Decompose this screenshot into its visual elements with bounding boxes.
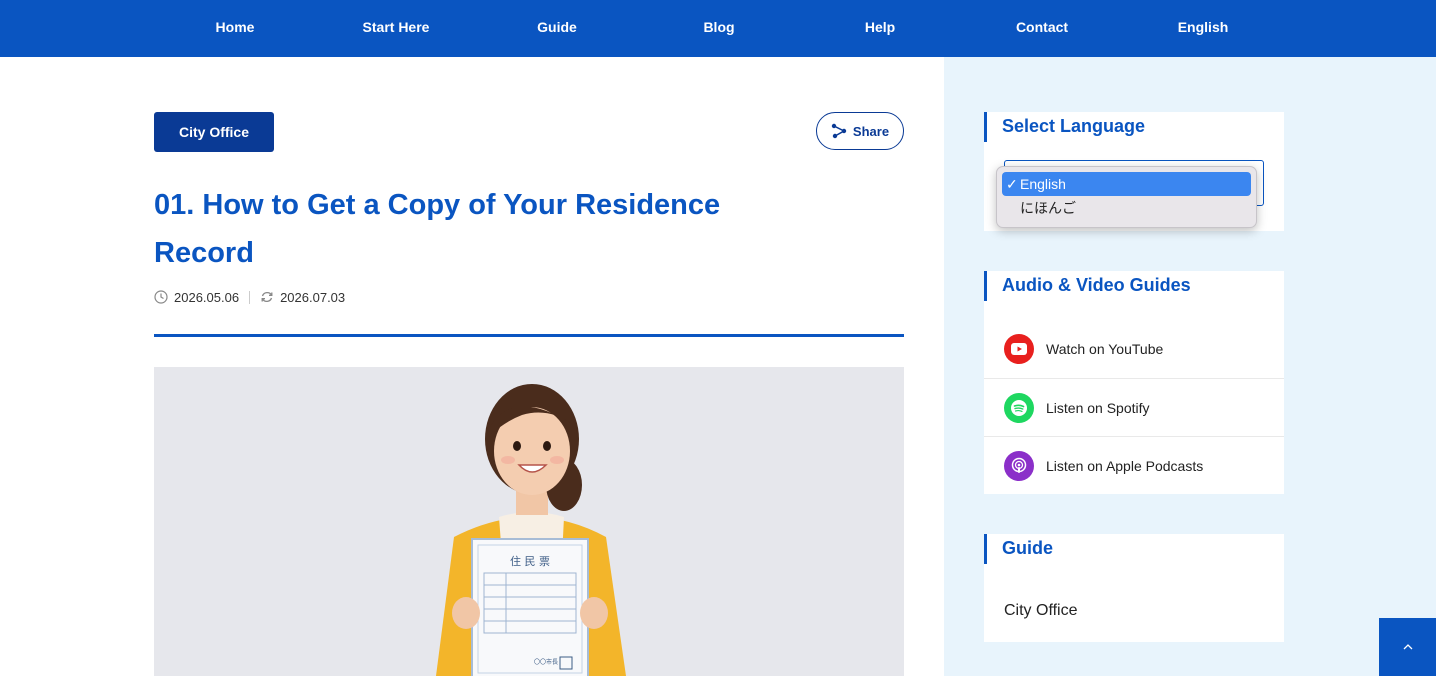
updated-date: 2026.07.03 bbox=[280, 289, 346, 305]
article-main: City Office Share 01. How to Get a Copy … bbox=[0, 57, 944, 676]
woman-holding-document-illustration: 住 民 票 〇〇市長 bbox=[154, 367, 904, 676]
youtube-icon bbox=[1004, 334, 1034, 364]
guide-card: Guide City Office bbox=[984, 534, 1284, 642]
share-icon bbox=[831, 123, 847, 139]
spotify-icon bbox=[1004, 392, 1034, 423]
chevron-up-icon bbox=[1403, 644, 1412, 650]
apple-podcasts-link[interactable]: Listen on Apple Podcasts bbox=[984, 436, 1284, 494]
share-label: Share bbox=[852, 123, 890, 139]
spotify-link-label: Listen on Spotify bbox=[1046, 399, 1150, 416]
hero-image: 住 民 票 〇〇市長 bbox=[154, 367, 904, 676]
apple-podcasts-link-label: Listen on Apple Podcasts bbox=[1046, 457, 1204, 474]
nav-item-contact[interactable]: Contact bbox=[962, 0, 1122, 57]
guide-heading: Guide bbox=[984, 534, 1284, 564]
podcast-icon bbox=[1004, 450, 1034, 481]
top-navigation: Home Start Here Guide Blog Help Contact … bbox=[0, 0, 1436, 57]
meta-divider bbox=[249, 290, 251, 304]
youtube-link-label: Watch on YouTube bbox=[1046, 341, 1164, 357]
nav-item-help[interactable]: Help bbox=[800, 0, 960, 57]
refresh-icon bbox=[261, 291, 273, 303]
published-date: 2026.05.06 bbox=[174, 289, 240, 305]
sidebar: Select Language ✓ English にほんご Audio & V… bbox=[944, 57, 1436, 676]
document-title: 住 民 票 bbox=[510, 554, 550, 568]
share-button[interactable]: Share bbox=[816, 112, 904, 150]
checkmark-icon: ✓ bbox=[1006, 176, 1018, 192]
language-option-label: English bbox=[1020, 176, 1066, 192]
language-dropdown-menu: ✓ English にほんご bbox=[996, 166, 1257, 228]
back-to-top-button[interactable] bbox=[1379, 618, 1436, 676]
title-divider bbox=[154, 334, 904, 337]
nav-item-start-here[interactable]: Start Here bbox=[316, 0, 476, 57]
nav-item-home[interactable]: Home bbox=[155, 0, 315, 57]
page-title: 01. How to Get a Copy of Your Residence … bbox=[154, 189, 721, 269]
media-guides-heading: Audio & Video Guides bbox=[984, 271, 1284, 301]
media-guides-card: Audio & Video Guides Watch on YouTube Li… bbox=[984, 271, 1284, 494]
category-badge[interactable]: City Office bbox=[154, 112, 274, 152]
language-option-japanese[interactable]: にほんご bbox=[1002, 196, 1251, 220]
nav-item-language[interactable]: English bbox=[1123, 0, 1283, 57]
nav-item-guide[interactable]: Guide bbox=[477, 0, 637, 57]
clock-icon bbox=[154, 290, 168, 304]
spotify-link[interactable]: Listen on Spotify bbox=[984, 378, 1284, 436]
youtube-link[interactable]: Watch on YouTube bbox=[984, 320, 1284, 378]
guide-item-city-office[interactable]: City Office bbox=[1004, 602, 1078, 620]
language-heading: Select Language bbox=[984, 112, 1284, 142]
post-meta: 2026.05.06 2026.07.03 bbox=[154, 289, 345, 305]
nav-item-blog[interactable]: Blog bbox=[639, 0, 799, 57]
document-footer: 〇〇市長 bbox=[534, 658, 558, 666]
language-option-label: にほんご bbox=[1020, 200, 1076, 216]
language-option-english[interactable]: ✓ English bbox=[1002, 172, 1251, 196]
